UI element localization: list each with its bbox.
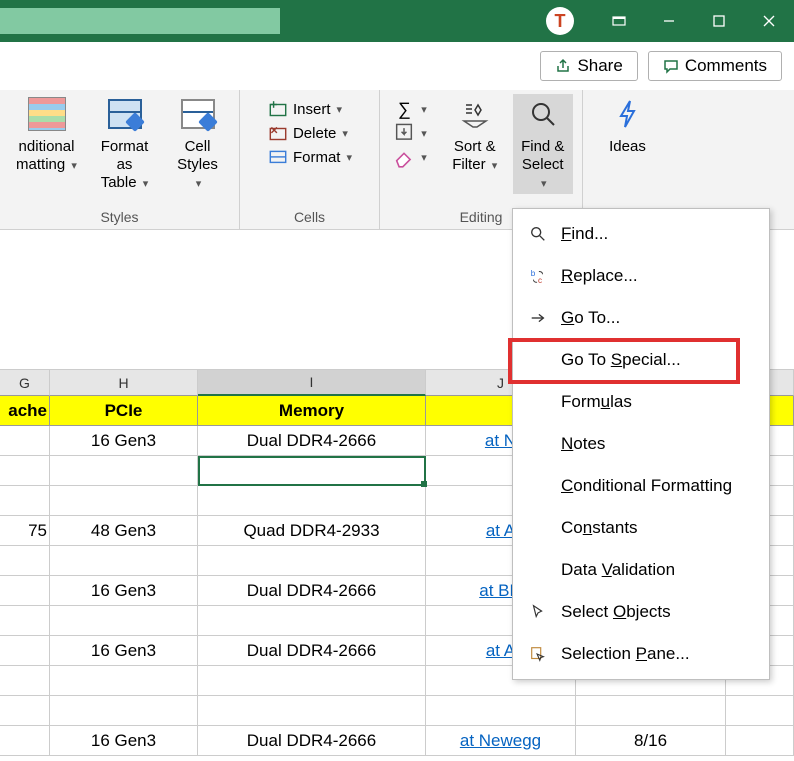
menu-select-objects[interactable]: Select Objects <box>513 591 769 633</box>
format-as-table-icon <box>108 99 142 129</box>
minimize-icon <box>662 14 676 28</box>
menu-selection-pane[interactable]: Selection Pane... <box>513 633 769 675</box>
format-button[interactable]: Format ▾ <box>263 146 356 168</box>
comments-label: Comments <box>685 56 767 76</box>
col-header-g[interactable]: G <box>0 370 50 396</box>
ribbon-group-styles: nditional matting ▾ Format as Table ▾ Ce… <box>0 90 240 229</box>
ideas-icon <box>608 96 648 132</box>
sigma-icon: ∑ <box>393 100 415 118</box>
sort-filter-button[interactable]: Sort & Filter ▾ <box>445 94 505 176</box>
replace-icon: bc <box>527 267 549 285</box>
conditional-formatting-button[interactable]: nditional matting ▾ <box>12 94 82 176</box>
close-icon <box>762 14 776 28</box>
search-icon <box>527 225 549 243</box>
cell-styles-icon <box>181 99 215 129</box>
delete-button[interactable]: Delete ▾ <box>263 122 356 144</box>
comments-icon <box>663 58 679 74</box>
eraser-icon <box>393 148 415 166</box>
ribbon-group-cells: Insert ▾ Delete ▾ Format ▾ Cells <box>240 90 380 229</box>
share-icon <box>555 58 571 74</box>
hdr-cache[interactable]: ache <box>0 396 50 426</box>
col-header-h[interactable]: H <box>50 370 198 396</box>
hdr-memory[interactable]: Memory <box>198 396 426 426</box>
menu-find[interactable]: Find... <box>513 213 769 255</box>
menu-notes[interactable]: Notes <box>513 423 769 465</box>
comments-button[interactable]: Comments <box>648 51 782 81</box>
menu-conditional-formatting[interactable]: Conditional Formatting <box>513 465 769 507</box>
clear-button[interactable]: ▾ <box>389 146 431 168</box>
format-as-table-button[interactable]: Format as Table ▾ <box>90 94 160 194</box>
menu-goto-special[interactable]: Go To Special... <box>513 339 769 381</box>
menu-formulas[interactable]: Formulas <box>513 381 769 423</box>
table-row: 16 Gen3 Dual DDR4-2666 at Newegg 8/16 <box>0 726 794 756</box>
menu-replace[interactable]: bc Replace... <box>513 255 769 297</box>
cell-styles-button[interactable]: Cell Styles ▾ <box>168 94 228 194</box>
hdr-pcie[interactable]: PCIe <box>50 396 198 426</box>
menu-data-validation[interactable]: Data Validation <box>513 549 769 591</box>
maximize-icon <box>712 14 726 28</box>
ribbon-options-icon <box>612 14 626 28</box>
user-badge[interactable]: T <box>546 7 574 35</box>
autosum-button[interactable]: ∑▾ <box>389 98 431 120</box>
find-select-button[interactable]: Find & Select ▾ <box>513 94 573 194</box>
group-label-styles: Styles <box>0 209 239 225</box>
fill-down-icon <box>393 124 415 142</box>
delete-icon <box>267 124 289 142</box>
menu-goto[interactable]: Go To... <box>513 297 769 339</box>
arrow-right-icon <box>527 309 549 327</box>
share-bar: Share Comments <box>0 42 794 90</box>
col-header-i[interactable]: I <box>198 370 426 396</box>
table-row <box>0 696 794 726</box>
maximize-button[interactable] <box>694 0 744 42</box>
group-label-cells: Cells <box>240 209 379 225</box>
ribbon-display-options-button[interactable] <box>594 0 644 42</box>
svg-text:c: c <box>538 276 542 285</box>
insert-icon <box>267 100 289 118</box>
ideas-button[interactable]: Ideas <box>598 94 658 158</box>
format-icon <box>267 148 289 166</box>
fill-button[interactable]: ▾ <box>389 122 431 144</box>
share-button[interactable]: Share <box>540 51 637 81</box>
sort-filter-icon <box>455 96 495 132</box>
svg-text:b: b <box>531 269 536 278</box>
menu-constants[interactable]: Constants <box>513 507 769 549</box>
document-name-box[interactable] <box>0 8 280 34</box>
share-label: Share <box>577 56 622 76</box>
close-button[interactable] <box>744 0 794 42</box>
find-select-icon <box>523 96 563 132</box>
conditional-formatting-icon <box>28 97 66 131</box>
minimize-button[interactable] <box>644 0 694 42</box>
title-bar: T <box>0 0 794 42</box>
selection-pane-icon <box>527 645 549 663</box>
pointer-icon <box>527 603 549 621</box>
find-select-menu: Find... bc Replace... Go To... Go To Spe… <box>512 208 770 680</box>
insert-button[interactable]: Insert ▾ <box>263 98 356 120</box>
